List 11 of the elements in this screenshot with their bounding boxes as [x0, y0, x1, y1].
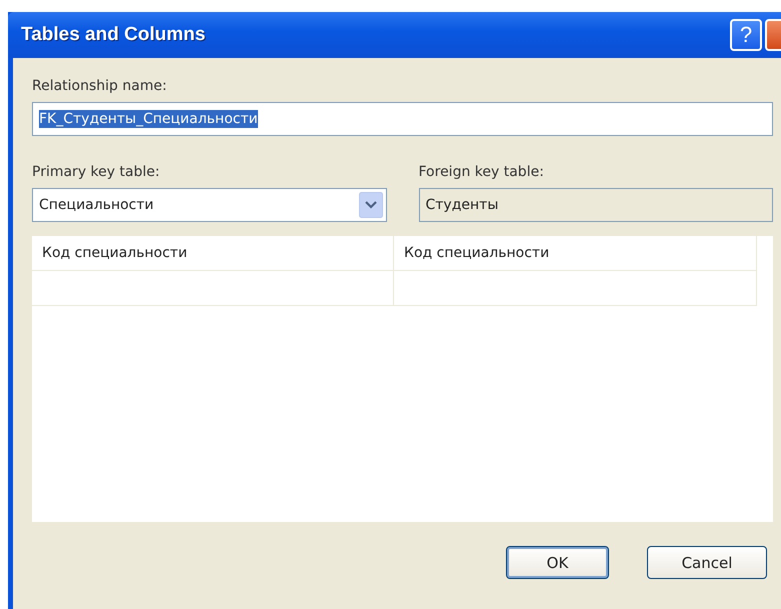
field-label: Foreign key table: — [418, 164, 545, 180]
cancel-button[interactable]: Cancel — [647, 546, 767, 579]
window-title: Tables and Columns — [21, 24, 206, 46]
field-label: Relationship name: — [32, 78, 168, 94]
grid-cell[interactable]: Код специальности — [32, 236, 394, 270]
help-button[interactable]: ? — [730, 19, 762, 51]
ok-button[interactable]: OK — [506, 546, 609, 579]
relationship-name-field[interactable]: FK_Студенты_Специальности — [32, 102, 773, 136]
field-label: Primary key table: — [32, 164, 161, 180]
grid-cell[interactable]: Код специальности — [394, 236, 757, 270]
primary-key-table-dropdown[interactable]: Специальности — [32, 188, 386, 222]
